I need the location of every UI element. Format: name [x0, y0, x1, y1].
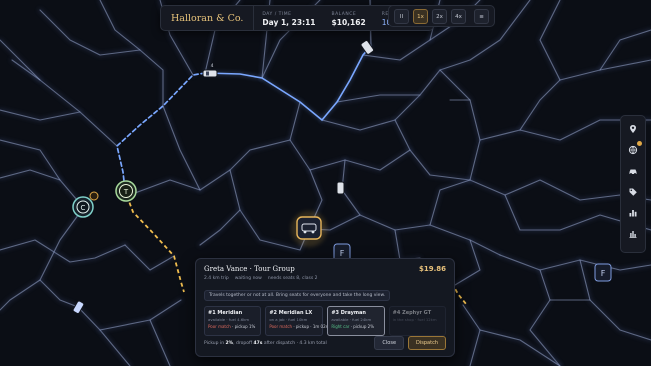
pickup-eta: pickup · 1m 02s [295, 324, 328, 329]
balance-value: $10,162 [331, 17, 366, 27]
menu-button[interactable]: ≡ [474, 9, 489, 24]
vehicle-name: #3 Drayman [331, 310, 366, 316]
close-button[interactable]: Close [374, 336, 405, 350]
assigned-route [116, 44, 373, 191]
depot-t-label: T [123, 188, 129, 196]
depot-c-marker[interactable]: C [72, 191, 99, 218]
pickup-eta: pickup 2% [353, 324, 374, 329]
fuel-station-label: F [340, 249, 345, 258]
company-name: Halloran & Co. [161, 6, 255, 30]
fit-label: Right car [331, 324, 350, 329]
pickup-marker[interactable] [291, 211, 327, 247]
vehicle-card-1[interactable]: #1 Meridian available · fuel 4.6km Poor … [204, 306, 262, 336]
fuel-station-label: F [601, 269, 606, 278]
dispatch-summary: Pickup in 2%, dropoff 47s after dispatch… [204, 340, 327, 346]
vehicle-name: #1 Meridian [208, 310, 243, 316]
vehicle-card-3[interactable]: #3 Drayman available · fuel 24km Right c… [327, 306, 385, 336]
notification-dot [637, 141, 642, 146]
pin-icon[interactable] [624, 120, 642, 138]
side-toolbar [620, 115, 646, 253]
dispatch-panel: Greta Vance · Tour Group $19.86 2.4 km t… [195, 258, 455, 357]
passenger-description: Travels together or not at all. Bring se… [204, 290, 391, 301]
tag-icon[interactable] [624, 183, 642, 201]
pickup-eta: pickup 1% [234, 324, 256, 329]
fuel-station-marker[interactable]: F [594, 263, 612, 282]
trip-distance: 2.4 km trip [204, 276, 229, 281]
fit-label: Poor match [208, 324, 231, 329]
day-time-stat: DAY / TIME Day 1, 23:11 [254, 6, 323, 30]
speed-4x-button[interactable]: 4x [451, 9, 466, 24]
pause-button[interactable]: II [394, 9, 409, 24]
vehicle-status: available · fuel 24km [331, 317, 372, 322]
depot-c-label: C [81, 204, 86, 212]
seat-requirement: needs seats 8, class 2 [267, 276, 318, 281]
vehicle-name: #4 Zephyr GT [392, 310, 432, 316]
fit-label: Poor match [269, 324, 293, 329]
vehicle-status: available · fuel 4.6km [208, 317, 250, 322]
dropoff-time: 47s [253, 340, 263, 346]
vehicle-marker[interactable] [336, 181, 345, 195]
vehicle-card-4[interactable]: #4 Zephyr GT in the shop · fuel 12km [388, 306, 446, 336]
vehicle-card-2[interactable]: #2 Meridian LX on a job · fuel 10km Poor… [265, 306, 328, 336]
vehicle-name: #2 Meridian LX [269, 310, 313, 316]
bar-chart-icon[interactable] [624, 204, 642, 222]
fare-value: $19.86 [418, 265, 446, 273]
dispatch-button[interactable]: Dispatch [408, 336, 446, 350]
speed-controls: II 1x 2x 4x ≡ [388, 5, 495, 27]
vehicle-status: on a job · fuel 10km [269, 317, 308, 322]
stats-icon[interactable] [624, 225, 642, 243]
vehicle-options: #1 Meridian available · fuel 4.6km Poor … [204, 306, 446, 336]
trip-meta: 2.4 km trip waiting now needs seats 8, c… [204, 276, 446, 281]
speed-2x-button[interactable]: 2x [432, 9, 447, 24]
vehicle-status: in the shop · fuel 12km [392, 317, 437, 322]
car-icon[interactable] [624, 162, 642, 180]
pickup-time: 2% [225, 340, 234, 346]
balance-stat: BALANCE $10,162 [324, 6, 374, 30]
passenger-title: Greta Vance · Tour Group [204, 265, 295, 273]
depot-t-marker[interactable]: T [115, 180, 137, 202]
day-time-value: Day 1, 23:11 [262, 17, 316, 27]
vehicle-number-label: 4 [211, 63, 214, 69]
waiting-status: waiting now [234, 276, 262, 281]
globe-icon[interactable] [624, 141, 642, 159]
speed-1x-button[interactable]: 1x [413, 9, 428, 24]
